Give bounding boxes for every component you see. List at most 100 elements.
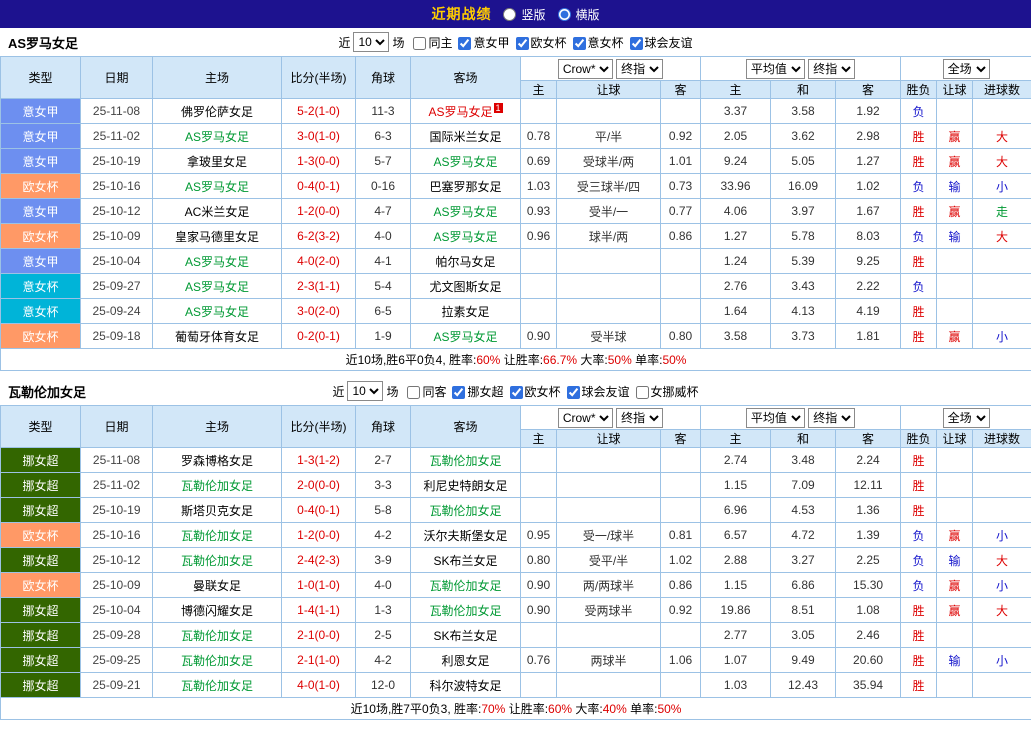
handicap-away-odds — [661, 623, 701, 648]
page-title: 近期战绩 — [431, 4, 491, 24]
goals-flag: 小 — [973, 324, 1031, 349]
europe-source-select[interactable]: 平均值 — [746, 408, 805, 428]
league-badge: 挪女超 — [1, 448, 81, 473]
league-filter-checkbox[interactable] — [407, 386, 420, 399]
league-filter-checkbox[interactable] — [452, 386, 465, 399]
league-filter-checkbox[interactable] — [458, 37, 471, 50]
handicap-line: 平/半 — [557, 124, 661, 149]
result-flag: 胜 — [901, 149, 937, 174]
team-name: AS罗马女足 — [8, 33, 78, 52]
filter-checkbox[interactable]: 挪女超 — [452, 385, 503, 399]
europe-time-select[interactable]: 终指 — [808, 408, 855, 428]
summary-text: 60% — [476, 353, 500, 367]
match-row: 欧女杯25-10-09曼联女足1-0(1-0)4-0瓦勒伦加女足0.90两/两球… — [1, 573, 1031, 598]
vertical-layout-radio[interactable] — [503, 8, 516, 21]
league-badge: 意女甲 — [1, 124, 81, 149]
filter-checkbox[interactable]: 欧女杯 — [510, 385, 561, 399]
handicap-home-odds: 0.95 — [521, 523, 557, 548]
handicap-flag: 赢 — [937, 199, 973, 224]
league-badge: 挪女超 — [1, 473, 81, 498]
league-filter-checkbox[interactable] — [413, 37, 426, 50]
match-date: 25-11-08 — [81, 99, 153, 124]
europe-home-odds: 3.58 — [701, 324, 771, 349]
europe-away-odds: 1.92 — [836, 99, 901, 124]
handicap-time-select[interactable]: 终指 — [616, 408, 663, 428]
filter-checkbox[interactable]: 女挪威杯 — [636, 385, 699, 399]
away-team: AS罗马女足 — [411, 224, 521, 249]
home-team: 瓦勒伦加女足 — [153, 648, 282, 673]
corner-score: 4-7 — [356, 199, 411, 224]
league-filter-checkbox[interactable] — [630, 37, 643, 50]
handicap-away-odds: 1.01 — [661, 149, 701, 174]
europe-home-odds: 2.74 — [701, 448, 771, 473]
checkbox-label: 意女杯 — [588, 36, 624, 50]
recent-count-select[interactable]: 10 — [353, 32, 389, 52]
handicap-home-odds: 0.96 — [521, 224, 557, 249]
filter-checkbox[interactable]: 意女杯 — [573, 36, 624, 50]
match-date: 25-09-25 — [81, 648, 153, 673]
away-team: AS罗马女足1 — [411, 99, 521, 124]
europe-away-odds: 1.81 — [836, 324, 901, 349]
handicap-line: 受半球 — [557, 324, 661, 349]
summary-text: 大率: — [577, 353, 608, 367]
handicap-home-odds — [521, 274, 557, 299]
europe-odds-selects: 平均值 终指 — [701, 406, 901, 430]
filter-checkboxes: 同主意女甲欧女杯 意女杯 球会友谊 — [407, 34, 692, 51]
handicap-home-odds: 0.69 — [521, 149, 557, 174]
match-row: 意女甲25-10-12AC米兰女足1-2(0-0)4-7AS罗马女足0.93受半… — [1, 199, 1031, 224]
layout-option-vertical[interactable]: 竖版 — [503, 6, 545, 23]
scope-select[interactable]: 全场 — [943, 59, 990, 79]
layout-option-horizontal[interactable]: 横版 — [558, 6, 600, 23]
match-row: 意女甲25-10-04AS罗马女足4-0(2-0)4-1帕尔马女足1.245.3… — [1, 249, 1031, 274]
scope-select[interactable]: 全场 — [943, 408, 990, 428]
handicap-home-odds: 0.90 — [521, 598, 557, 623]
match-row: 挪女超25-10-19斯塔贝克女足0-4(0-1)5-8瓦勒伦加女足6.964.… — [1, 498, 1031, 523]
summary-text: 单率: — [632, 353, 663, 367]
filter-checkbox[interactable]: 球会友谊 — [567, 385, 630, 399]
horizontal-layout-radio[interactable] — [558, 8, 571, 21]
score: 1-3(1-2) — [282, 448, 356, 473]
filter-checkbox[interactable]: 欧女杯 — [516, 36, 567, 50]
corner-score: 4-1 — [356, 249, 411, 274]
result-flag: 负 — [901, 274, 937, 299]
league-filter-checkbox[interactable] — [510, 386, 523, 399]
section-summary: 近10场,胜7平0负3, 胜率:70% 让胜率:60% 大率:40% 单率:50… — [1, 698, 1031, 720]
filter-checkbox[interactable]: 球会友谊 — [630, 36, 693, 50]
europe-home-odds: 2.76 — [701, 274, 771, 299]
score: 1-4(1-1) — [282, 598, 356, 623]
match-row: 挪女超25-10-12瓦勒伦加女足2-4(2-3)3-9SK布兰女足0.80受平… — [1, 548, 1031, 573]
europe-source-select[interactable]: 平均值 — [746, 59, 805, 79]
handicap-away-odds: 0.92 — [661, 124, 701, 149]
handicap-source-select[interactable]: Crow* — [558, 408, 613, 428]
europe-time-select[interactable]: 终指 — [808, 59, 855, 79]
corner-score: 12-0 — [356, 673, 411, 698]
handicap-away-odds — [661, 498, 701, 523]
goals-flag: 大 — [973, 598, 1031, 623]
handicap-source-select[interactable]: Crow* — [558, 59, 613, 79]
handicap-away-odds: 0.86 — [661, 573, 701, 598]
handicap-time-select[interactable]: 终指 — [616, 59, 663, 79]
col-ah-line: 让球 — [557, 430, 661, 448]
league-filter-checkbox[interactable] — [573, 37, 586, 50]
handicap-away-odds: 0.77 — [661, 199, 701, 224]
corner-score: 5-4 — [356, 274, 411, 299]
checkbox-label: 球会友谊 — [645, 36, 693, 50]
filter-checkbox[interactable]: 同客 — [407, 385, 446, 399]
league-filter-checkbox[interactable] — [516, 37, 529, 50]
result-flag: 胜 — [901, 673, 937, 698]
score: 1-2(0-0) — [282, 199, 356, 224]
home-team: AS罗马女足 — [153, 249, 282, 274]
handicap-home-odds — [521, 249, 557, 274]
handicap-odds-selects: Crow* 终指 — [521, 406, 701, 430]
league-filter-checkbox[interactable] — [567, 386, 580, 399]
match-date: 25-10-09 — [81, 573, 153, 598]
europe-draw-odds: 12.43 — [771, 673, 836, 698]
match-date: 25-10-09 — [81, 224, 153, 249]
col-ah-away: 客 — [661, 81, 701, 99]
filter-checkbox[interactable]: 意女甲 — [458, 36, 509, 50]
away-team: 利尼史特朗女足 — [411, 473, 521, 498]
league-filter-checkbox[interactable] — [636, 386, 649, 399]
filter-checkbox[interactable]: 同主 — [413, 36, 452, 50]
recent-count-select[interactable]: 10 — [347, 381, 383, 401]
score: 3-0(2-0) — [282, 299, 356, 324]
